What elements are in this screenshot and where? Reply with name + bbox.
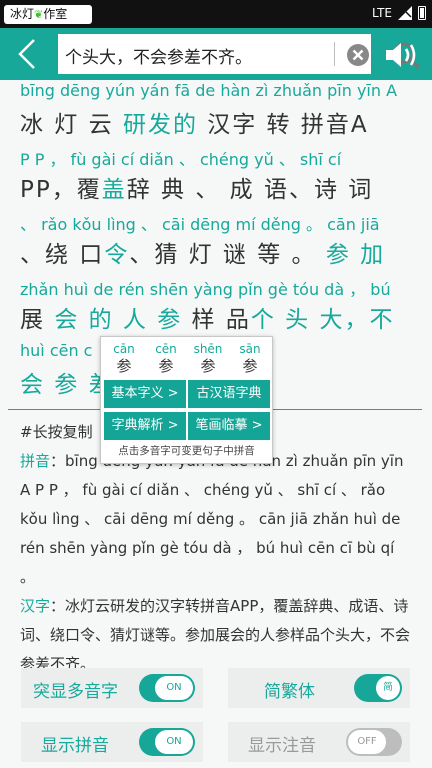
hanzi-text: 冰 灯 云 xyxy=(20,112,114,138)
search-input[interactable]: 个头大，不会参差不齐。 xyxy=(65,43,252,68)
hanzi-text: 样 品 xyxy=(182,307,251,333)
network-label: LTE xyxy=(372,6,392,20)
switch-state: ON xyxy=(155,676,193,700)
option-hanzi: 参 xyxy=(242,357,258,375)
pinyin-label: 拼音 xyxy=(20,452,51,470)
switch-state: 简 xyxy=(376,676,400,700)
option-pinyin: cān xyxy=(113,342,135,356)
switch-on[interactable]: 简 xyxy=(354,674,402,702)
toggle-label: 简繁体 xyxy=(264,682,315,702)
hanzi-polyphone[interactable]: 研发的 xyxy=(123,112,198,138)
option-pinyin: sān xyxy=(239,342,261,356)
hanzi-text: 、猜 灯 谜 等 。 xyxy=(129,242,317,268)
option-hanzi: 参 xyxy=(200,357,216,375)
status-indicators: LTE xyxy=(372,6,426,20)
hanzi-label: 汉字 xyxy=(20,597,51,615)
toggle-label: 显示拼音 xyxy=(41,736,109,756)
option-pinyin: cēn xyxy=(155,342,177,356)
switch-state: ON xyxy=(155,730,193,754)
switch-state: OFF xyxy=(348,730,386,754)
copy-hint: #长按复制 xyxy=(20,423,93,441)
hanzi-text: 汉字 转 拼音A xyxy=(207,112,369,138)
hanzi-polyphone[interactable]: 盖 xyxy=(102,177,127,203)
basic-meaning-button[interactable]: 基本字义 > xyxy=(104,380,186,408)
option-hanzi: 参 xyxy=(116,357,132,375)
dictionary-analysis-button[interactable]: 字典解析 > xyxy=(104,412,186,440)
back-arrow-icon[interactable] xyxy=(12,37,44,71)
hanzi-polyphone[interactable]: 参 加 xyxy=(326,242,385,268)
pinyin-line: bīng dēng yún yán fā de hàn zì zhuǎn pīn… xyxy=(20,81,398,100)
toggle-highlight-polyphone[interactable]: 突显多音字 ON xyxy=(21,668,203,708)
app-screen: 冰灯❦作室 LTE 个头大，不会参差不齐。 bīng dēng yún yán … xyxy=(0,0,432,768)
hanzi-full-text: ：冰灯云研发的汉字转拼音APP，覆盖辞典、成语、诗词、绕口令、猜灯谜等。参加展会… xyxy=(20,597,411,673)
pinyin-line: huì cēn c xyxy=(20,341,93,360)
hanzi-line: PP，覆盖辞 典 、 成 语、诗 词 xyxy=(20,170,373,204)
pronunciation-option[interactable]: sān 参 xyxy=(232,341,268,375)
hanzi-text: 展 xyxy=(20,307,45,333)
polyphone-popup: cān 参 cēn 参 shēn 参 sān 参 基本字义 > 古汉语字典 字典… xyxy=(100,336,273,464)
battery-icon xyxy=(418,6,426,20)
logo-text-tail: 作室 xyxy=(43,7,68,21)
hanzi-text: 辞 典 、 成 语、诗 词 xyxy=(126,177,374,203)
classical-dictionary-button[interactable]: 古汉语字典 xyxy=(188,380,270,408)
search-divider xyxy=(334,42,335,66)
toggle-label: 突显多音字 xyxy=(33,682,118,702)
speaker-icon[interactable] xyxy=(384,40,422,70)
switch-on[interactable]: ON xyxy=(139,674,195,702)
top-bar: 个头大，不会参差不齐。 xyxy=(0,28,432,80)
toggle-show-pinyin[interactable]: 显示拼音 ON xyxy=(21,722,203,762)
switch-off[interactable]: OFF xyxy=(346,728,402,756)
pinyin-line: 、 rǎo kǒu lìng 、 cāi dēng mí děng 。 cān … xyxy=(20,215,380,234)
search-box[interactable]: 个头大，不会参差不齐。 xyxy=(58,34,421,74)
pronunciation-option[interactable]: shēn 参 xyxy=(190,341,226,375)
toggle-label: 显示注音 xyxy=(248,736,316,756)
option-hanzi: 参 xyxy=(158,357,174,375)
switch-on[interactable]: ON xyxy=(139,728,195,756)
hanzi-text: 、绕 口 xyxy=(20,242,105,268)
clear-icon[interactable] xyxy=(347,44,369,66)
signal-icon xyxy=(398,6,412,20)
logo-text: 冰灯 xyxy=(10,7,35,21)
app-logo: 冰灯❦作室 xyxy=(4,5,92,24)
pronunciation-option[interactable]: cān 参 xyxy=(106,341,142,375)
hanzi-polyphone[interactable]: 个 头 大，不 xyxy=(251,307,395,333)
hanzi-text: PP，覆 xyxy=(20,177,102,203)
stroke-practice-button[interactable]: 笔画临摹 > xyxy=(188,412,270,440)
hanzi-polyphone[interactable]: 令 xyxy=(104,242,129,268)
leaf-icon: ❦ xyxy=(34,8,44,21)
pronunciation-option[interactable]: cēn 参 xyxy=(148,341,184,375)
hanzi-line: 、绕 口令、猜 灯 谜 等 。 参 加 xyxy=(20,235,385,269)
hanzi-line: 展 会 的 人 参 样 品个 头 大，不 xyxy=(20,300,395,334)
pronunciation-options: cān 参 cēn 参 shēn 参 sān 参 xyxy=(106,341,269,377)
status-bar: 冰灯❦作室 LTE xyxy=(0,0,432,28)
toggle-show-zhuyin[interactable]: 显示注音 OFF xyxy=(228,722,410,762)
hanzi-line: 冰 灯 云 研发的 汉字 转 拼音A xyxy=(20,105,369,139)
hanzi-polyphone[interactable]: 会 的 人 参 xyxy=(54,307,182,333)
pinyin-full-text: ：bīng dēng yún yán fā de hàn zì zhuǎn pī… xyxy=(20,452,404,586)
toggle-simplified-traditional[interactable]: 简繁体 简 xyxy=(228,668,410,708)
pinyin-line: P P ， fù gài cí diǎn 、 chéng yǔ 、 shī cí xyxy=(20,150,342,169)
popup-tip: 点击多音字可变更句子中拼音 xyxy=(118,445,255,457)
option-pinyin: shēn xyxy=(193,342,223,356)
pinyin-line: zhǎn huì de rén shēn yàng pǐn gè tóu dà … xyxy=(20,280,391,299)
